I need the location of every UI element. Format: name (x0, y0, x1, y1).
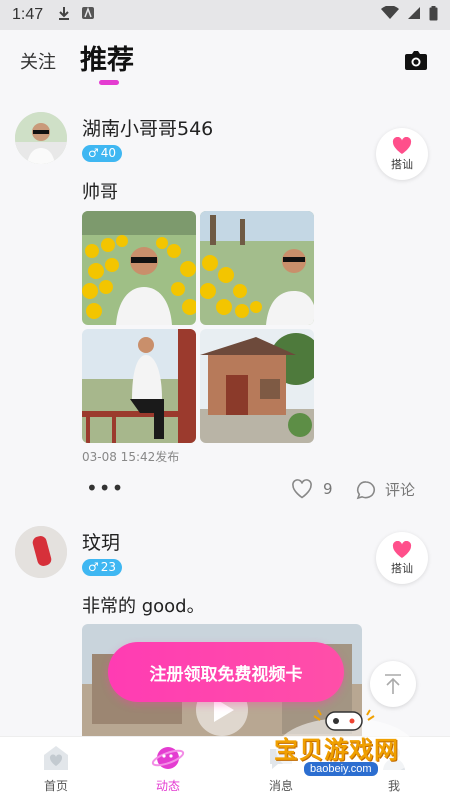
site-watermark: 宝贝游戏网 baobeiy.com (270, 706, 420, 786)
like-button[interactable]: 9 (291, 479, 333, 499)
tab-recommend[interactable]: 推荐 (80, 38, 134, 77)
watermark-text: 宝贝游戏网 (274, 736, 399, 764)
post-photo[interactable] (82, 329, 196, 443)
post-caption: 非常的 good。 (82, 596, 205, 617)
signal-icon (407, 6, 421, 24)
comment-button[interactable]: 评论 (355, 479, 415, 500)
camera-icon[interactable] (404, 51, 428, 73)
post-time: 03-08 15:42发布 (82, 450, 180, 464)
nav-moments[interactable]: 动态 (112, 737, 224, 800)
gender-age-badge: ♂ 23 (82, 559, 123, 576)
male-icon: ♂ (88, 560, 99, 574)
app-notification-icon (81, 6, 95, 24)
greet-label: 搭讪 (391, 561, 413, 575)
post-username[interactable]: 玟玥 (82, 528, 120, 555)
post-actions: ••• 9 评论 (0, 478, 450, 504)
post-username[interactable]: 湖南小哥哥546 (82, 114, 213, 141)
greet-button[interactable]: 搭讪 (376, 532, 428, 584)
more-options-button[interactable]: ••• (86, 478, 124, 498)
tab-follow[interactable]: 关注 (20, 48, 56, 74)
avatar[interactable] (15, 112, 67, 164)
top-tab-bar: 关注 推荐 (0, 30, 450, 94)
greet-label: 搭讪 (391, 157, 413, 171)
feed-post: 湖南小哥哥546 ♂ 40 搭讪 帅哥 03-08 15:42发布 ••• 9 … (0, 94, 450, 512)
post-caption: 帅哥 (82, 182, 118, 203)
nav-label: 动态 (155, 779, 180, 793)
wifi-icon (381, 5, 399, 24)
like-count: 9 (323, 480, 333, 498)
register-promo-button[interactable]: 注册领取免费视频卡 (108, 642, 344, 702)
avatar[interactable] (15, 526, 67, 578)
watermark-url: baobeiy.com (304, 762, 378, 776)
age-value: 23 (100, 560, 117, 574)
post-photo[interactable] (82, 211, 196, 325)
age-value: 40 (100, 146, 117, 160)
planet-icon (151, 747, 185, 769)
home-heart-icon (44, 746, 68, 770)
nav-home[interactable]: 首页 (0, 737, 112, 800)
post-photo[interactable] (200, 211, 314, 325)
heart-outline-icon (292, 479, 312, 499)
heart-icon (392, 136, 412, 154)
gender-age-badge: ♂ 40 (82, 145, 123, 162)
male-icon: ♂ (88, 146, 99, 160)
heart-icon (392, 540, 412, 558)
post-photo[interactable] (200, 329, 314, 443)
arrow-up-icon (385, 674, 401, 694)
comment-icon (356, 480, 375, 499)
status-bar: 1:47 (0, 0, 450, 30)
scroll-to-top-button[interactable] (370, 661, 416, 707)
status-time: 1:47 (12, 6, 44, 23)
download-icon (57, 6, 71, 24)
tab-active-indicator (99, 80, 119, 85)
nav-label: 首页 (43, 779, 68, 793)
greet-button[interactable]: 搭讪 (376, 128, 428, 180)
battery-icon (429, 5, 438, 25)
photo-grid (82, 211, 314, 443)
comment-label: 评论 (385, 481, 416, 499)
feed-list[interactable]: 湖南小哥哥546 ♂ 40 搭讪 帅哥 03-08 15:42发布 ••• 9 … (0, 94, 450, 736)
